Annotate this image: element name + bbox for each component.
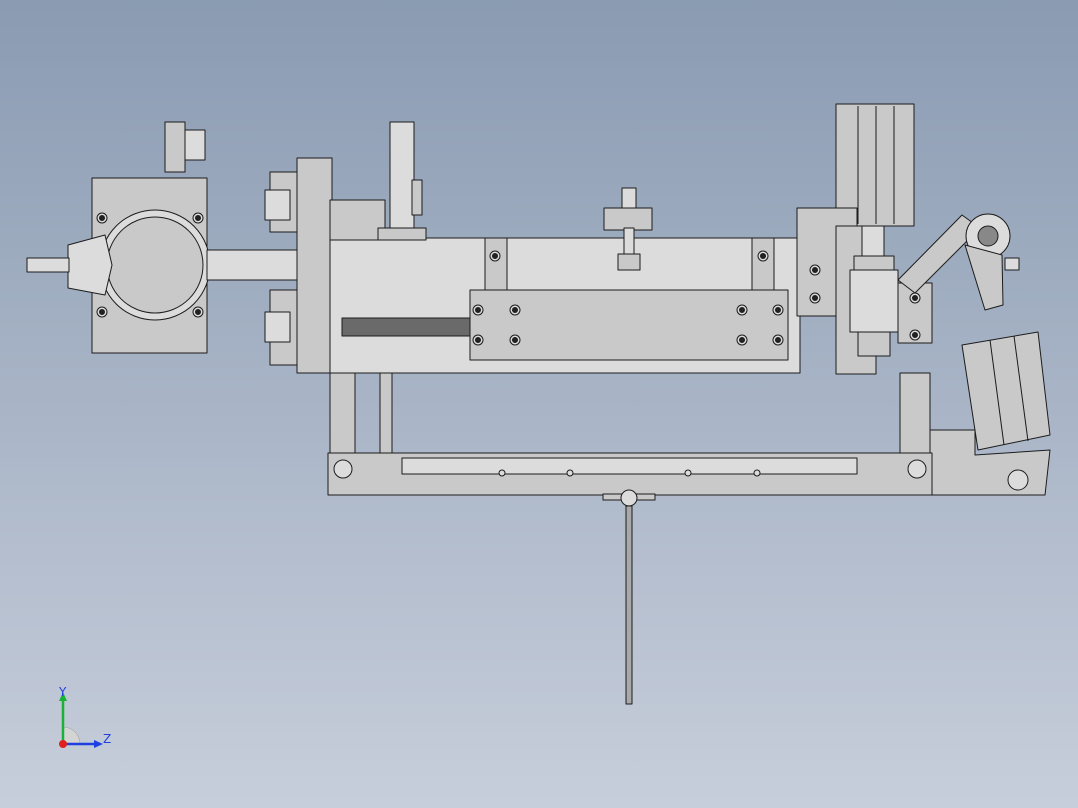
z-axis-label: Z [103,732,112,746]
linkage-rod [964,244,1004,311]
carriage-bolt-2-core [512,307,518,313]
carriage-bolt-7-core [739,337,745,343]
left-frame-leg [329,372,356,454]
crossbar-hole-3 [684,469,692,477]
guide-pin-clamp [411,179,423,216]
probe-needle [625,505,633,705]
crossbar-hole-1 [498,469,506,477]
carriage-slider [469,289,789,361]
flange-bolt-4-core [195,309,201,315]
guide-pin-collar [377,227,427,241]
adjust-screw-nut [617,253,641,271]
x-axis-dot [59,740,67,748]
vertical-mounting-plate [296,157,333,374]
linkage-grease-fitting [1004,257,1020,271]
flange-bolt-3-core [99,309,105,315]
cylinder-rod-nut [853,255,895,271]
cylinder-spring-housing [849,269,899,333]
upper-mounting-tab [264,189,291,221]
right-frame-leg [899,372,931,454]
right-plate-bolt-2-core [812,295,818,301]
carriage-bolt-8-core [775,337,781,343]
lower-mounting-tab [264,311,291,343]
rod-end-hole [977,225,999,247]
carriage-bolt-6-core [775,307,781,313]
rail-bolt-right-core [760,253,766,259]
cylinder-lower-nut [857,331,891,357]
bracket-bolt-1-core [912,295,918,301]
right-plate-bolt-1-core [812,267,818,273]
carriage-bolt-3-core [475,337,481,343]
adjust-screw-block [603,207,653,231]
needle-hub [620,489,638,507]
bracket-bolt-2-core [912,332,918,338]
rail-end-cap-right [751,237,775,299]
lower-pivot-pin [1007,469,1029,491]
left-inner-leg [379,372,393,454]
rail-slot [341,317,471,337]
motor-connector-clip [184,129,206,161]
flange-bolt-1-core [99,215,105,221]
rail-bolt-left-core [492,253,498,259]
cylinder-rod [861,225,885,257]
upper-left-bracket [329,199,386,241]
carriage-bolt-5-core [739,307,745,313]
guide-pin [389,121,415,231]
motor-shaft-boss [67,234,113,296]
adjust-screw-head [621,187,637,211]
adjust-screw-shaft [623,227,635,257]
y-axis-label: Y [59,685,67,699]
flange-bolt-2-core [195,215,201,221]
rail-end-cap-left [484,237,508,299]
assembly-drawing [26,103,1051,705]
bottom-right-roller [907,459,927,479]
bottom-slot-channel [401,457,858,475]
carriage-bolt-1-core [475,307,481,313]
motor-end-cover-inner [106,216,204,314]
coupling-shaft [206,249,308,281]
motor-output-shaft [26,257,70,273]
crossbar-hole-2 [566,469,574,477]
cad-viewport[interactable] [0,0,1078,808]
crossbar-hole-4 [753,469,761,477]
z-axis-arrowhead [94,740,103,748]
view-orientation-triad: Y Z [48,686,128,756]
carriage-bolt-4-core [512,337,518,343]
motor-connector-bracket [164,121,186,173]
bottom-left-roller [333,459,353,479]
